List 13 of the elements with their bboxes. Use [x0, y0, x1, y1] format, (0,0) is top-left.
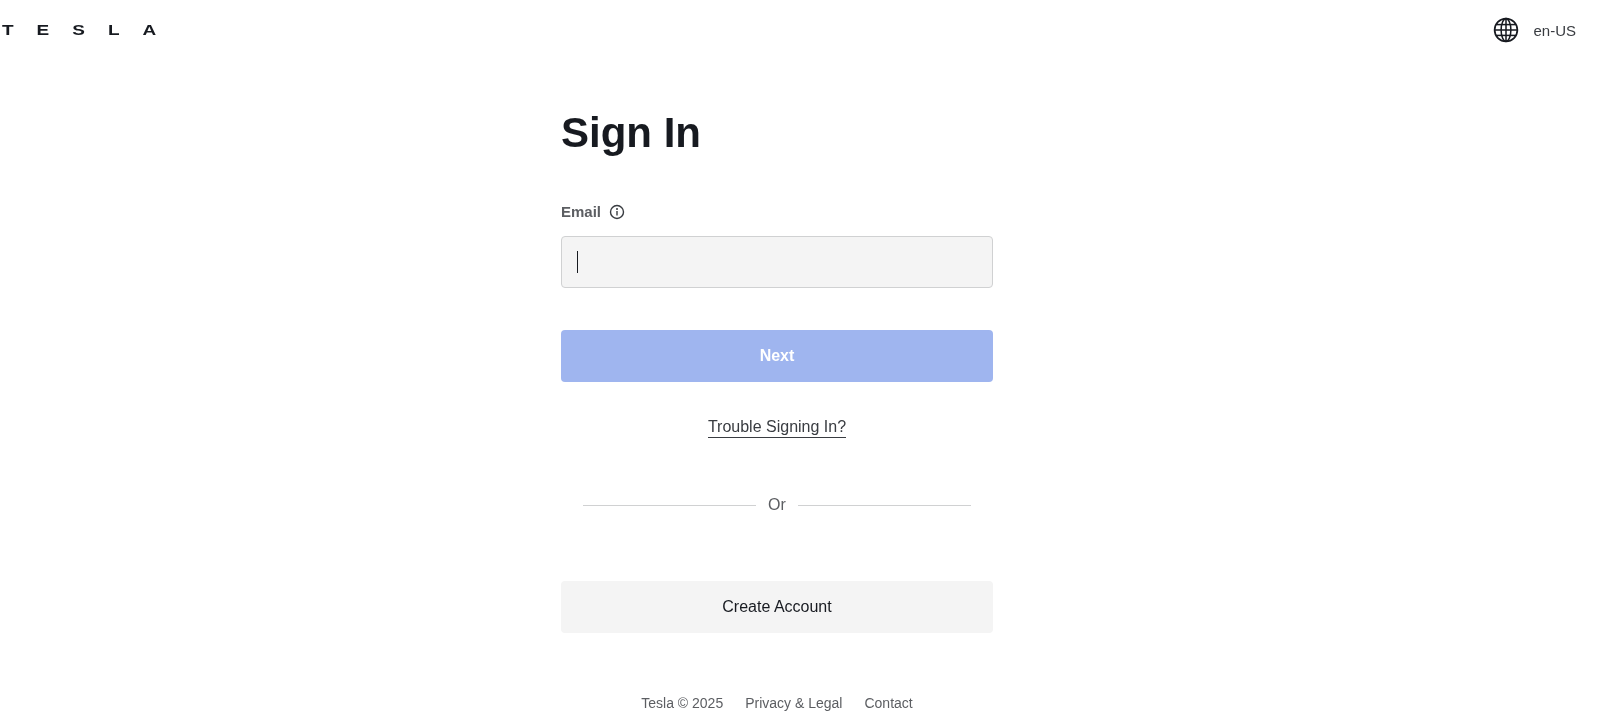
footer-link[interactable]: Privacy & Legal [745, 695, 843, 711]
footer-link[interactable]: Contact [864, 695, 913, 711]
globe-icon[interactable] [1493, 17, 1520, 43]
create-account-button[interactable]: Create Account [561, 581, 993, 633]
info-icon[interactable] [609, 203, 626, 220]
logo[interactable]: TESLA [2, 21, 180, 39]
language-link[interactable]: en-US [1533, 21, 1576, 39]
email-label: Email [561, 203, 602, 220]
email-field[interactable] [561, 236, 993, 288]
trouble-signing-in-link[interactable]: Trouble Signing In? [707, 418, 847, 438]
copyright-text: Tesla © 2025 [641, 695, 724, 711]
page-title: Sign In [561, 108, 702, 158]
divider-text: Or [768, 496, 786, 514]
